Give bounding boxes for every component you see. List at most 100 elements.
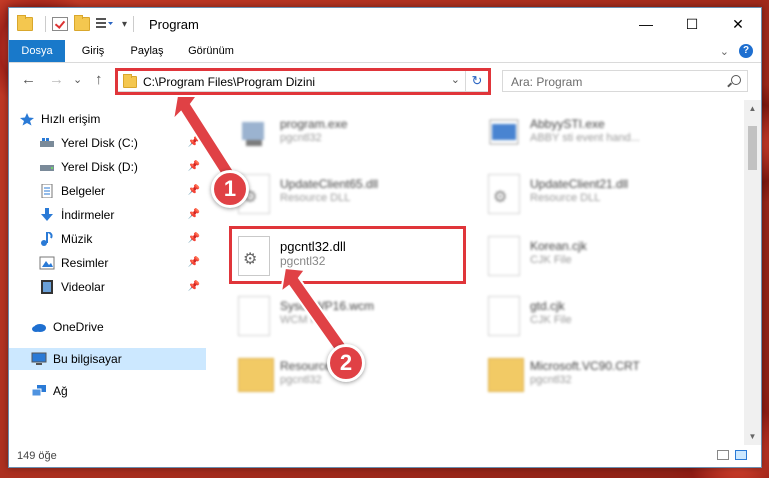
pin-icon[interactable]: 📌 (188, 137, 200, 148)
folder-icon (17, 15, 33, 31)
dll-icon (488, 174, 520, 214)
file-type: CJK File (530, 254, 572, 266)
sidebar-item-local-disk-c[interactable]: Yerel Disk (C:) 📌 (9, 132, 206, 154)
sidebar-item-documents[interactable]: Belgeler 📌 (9, 180, 206, 202)
file-type: pgcntl32 (530, 374, 572, 386)
file-item[interactable]: AbbyySTI.exe ABBY sti event hand... (480, 108, 720, 160)
quick-access-toolbar: ▾ (17, 15, 140, 32)
step-1-badge: 1 (211, 170, 249, 208)
file-item[interactable]: UpdateClient21.dll Resource DLL (480, 168, 720, 220)
file-type: pgcntl32 (280, 132, 322, 144)
pin-icon[interactable]: 📌 (188, 281, 200, 292)
explorer-window: ▾ Program — ☐ ✕ Dosya Giriş Paylaş Görün… (8, 7, 762, 468)
download-icon (39, 208, 55, 222)
close-button[interactable]: ✕ (715, 8, 761, 40)
search-icon[interactable] (731, 75, 741, 85)
film-icon (39, 280, 55, 294)
sidebar-item-label: İndirmeler (61, 208, 115, 222)
file-name: UpdateClient21.dll (530, 177, 629, 191)
file-name: UpdateClient65.dll (280, 177, 379, 191)
file-type: Resource DLL (280, 192, 351, 204)
pin-icon[interactable]: 📌 (188, 257, 200, 268)
search-input[interactable]: Ara: Program (502, 70, 748, 92)
file-item[interactable]: gtd.cjk CJK File (480, 290, 720, 342)
vertical-scrollbar[interactable]: ▲ ▼ (744, 100, 761, 445)
network-icon (31, 384, 47, 398)
file-name: gtd.cjk (530, 299, 565, 313)
sidebar-item-label: Yerel Disk (D:) (61, 160, 138, 174)
sidebar-item-label: OneDrive (53, 320, 104, 334)
sidebar-item-downloads[interactable]: İndirmeler 📌 (9, 204, 206, 226)
file-type: ABBY sti event hand... (530, 132, 640, 144)
details-view-icon[interactable] (717, 450, 729, 460)
exe-icon (238, 114, 270, 154)
file-name: Korean.cjk (530, 239, 587, 253)
sidebar-item-label: Videolar (61, 280, 105, 294)
item-count: 149 öğe (17, 450, 57, 462)
file-item[interactable]: Korean.cjk CJK File (480, 230, 720, 282)
file-item[interactable]: Microsoft.VC90.CRT pgcntl32 (480, 350, 720, 402)
tab-file[interactable]: Dosya (9, 40, 65, 62)
file-icon (488, 296, 520, 336)
new-folder-icon[interactable] (74, 15, 90, 31)
pin-icon[interactable]: 📌 (188, 209, 200, 220)
computer-icon (31, 352, 47, 366)
maximize-button[interactable]: ☐ (669, 8, 715, 40)
large-icons-view-icon[interactable] (735, 450, 747, 460)
title-bar: ▾ Program — ☐ ✕ (9, 8, 761, 40)
chevron-down-icon[interactable]: ⌄ (720, 45, 729, 58)
sidebar-item-onedrive[interactable]: OneDrive (9, 316, 206, 338)
help-icon[interactable]: ? (739, 44, 753, 58)
minimize-button[interactable]: — (623, 8, 669, 40)
pin-icon[interactable]: 📌 (188, 185, 200, 196)
file-item[interactable]: UpdateClient65.dll Resource DLL (230, 168, 470, 220)
properties-icon[interactable] (52, 17, 68, 31)
scroll-thumb[interactable] (748, 126, 757, 170)
sidebar-item-pictures[interactable]: Resimler 📌 (9, 252, 206, 274)
sidebar-item-label: Bu bilgisayar (53, 352, 122, 366)
sidebar-item-label: Yerel Disk (C:) (61, 136, 138, 150)
pin-icon[interactable]: 📌 (188, 161, 200, 172)
cloud-icon (31, 320, 47, 334)
back-button[interactable]: ← (21, 71, 36, 88)
file-item[interactable]: SysdoWP16.wcm WCM File (230, 290, 470, 342)
qa-dropdown-icon[interactable]: ▾ (122, 19, 127, 30)
sidebar-item-music[interactable]: Müzik 📌 (9, 228, 206, 250)
scroll-up-icon[interactable]: ▲ (744, 104, 761, 113)
drive-icon (39, 136, 55, 150)
file-name: SysdoWP16.wcm (280, 299, 375, 313)
forward-button[interactable]: → (49, 71, 64, 88)
file-name: Resource (280, 359, 332, 373)
picture-icon (39, 256, 55, 270)
file-name: Microsoft.VC90.CRT (530, 359, 640, 373)
sidebar-item-label: Hızlı erişim (41, 112, 101, 126)
sidebar-item-videos[interactable]: Videolar 📌 (9, 276, 206, 298)
file-type: pgcntl32 (280, 374, 322, 386)
file-type: WCM File (280, 314, 329, 326)
sidebar-item-network[interactable]: Ağ (9, 380, 206, 402)
step-2-badge: 2 (327, 344, 365, 382)
file-name: AbbyySTI.exe (530, 117, 605, 131)
address-highlight (115, 68, 491, 95)
file-type: CJK File (530, 314, 572, 326)
file-item[interactable]: program.exe pgcntl32 (230, 108, 470, 160)
pin-icon[interactable]: 📌 (188, 233, 200, 244)
sidebar-item-local-disk-d[interactable]: Yerel Disk (D:) 📌 (9, 156, 206, 178)
window-title: Program (149, 17, 199, 32)
sidebar-item-quick-access[interactable]: Hızlı erişim (9, 108, 206, 130)
recent-locations-button[interactable]: ⌄ (73, 73, 82, 86)
search-placeholder: Ara: Program (511, 75, 583, 89)
sidebar-item-this-pc[interactable]: Bu bilgisayar (9, 348, 206, 370)
tab-home[interactable]: Giriş (71, 40, 115, 62)
file-name: program.exe (280, 117, 348, 131)
document-icon (39, 183, 55, 199)
exe-icon (488, 114, 520, 154)
scroll-down-icon[interactable]: ▼ (744, 432, 761, 441)
sidebar-item-label: Müzik (61, 232, 93, 246)
tab-share[interactable]: Paylaş (123, 40, 171, 62)
tab-view[interactable]: Görünüm (181, 40, 241, 62)
sidebar-item-label: Resimler (61, 256, 109, 270)
up-button[interactable]: ↑ (95, 71, 103, 88)
star-icon (19, 112, 35, 126)
customize-toolbar-icon[interactable] (96, 17, 114, 31)
